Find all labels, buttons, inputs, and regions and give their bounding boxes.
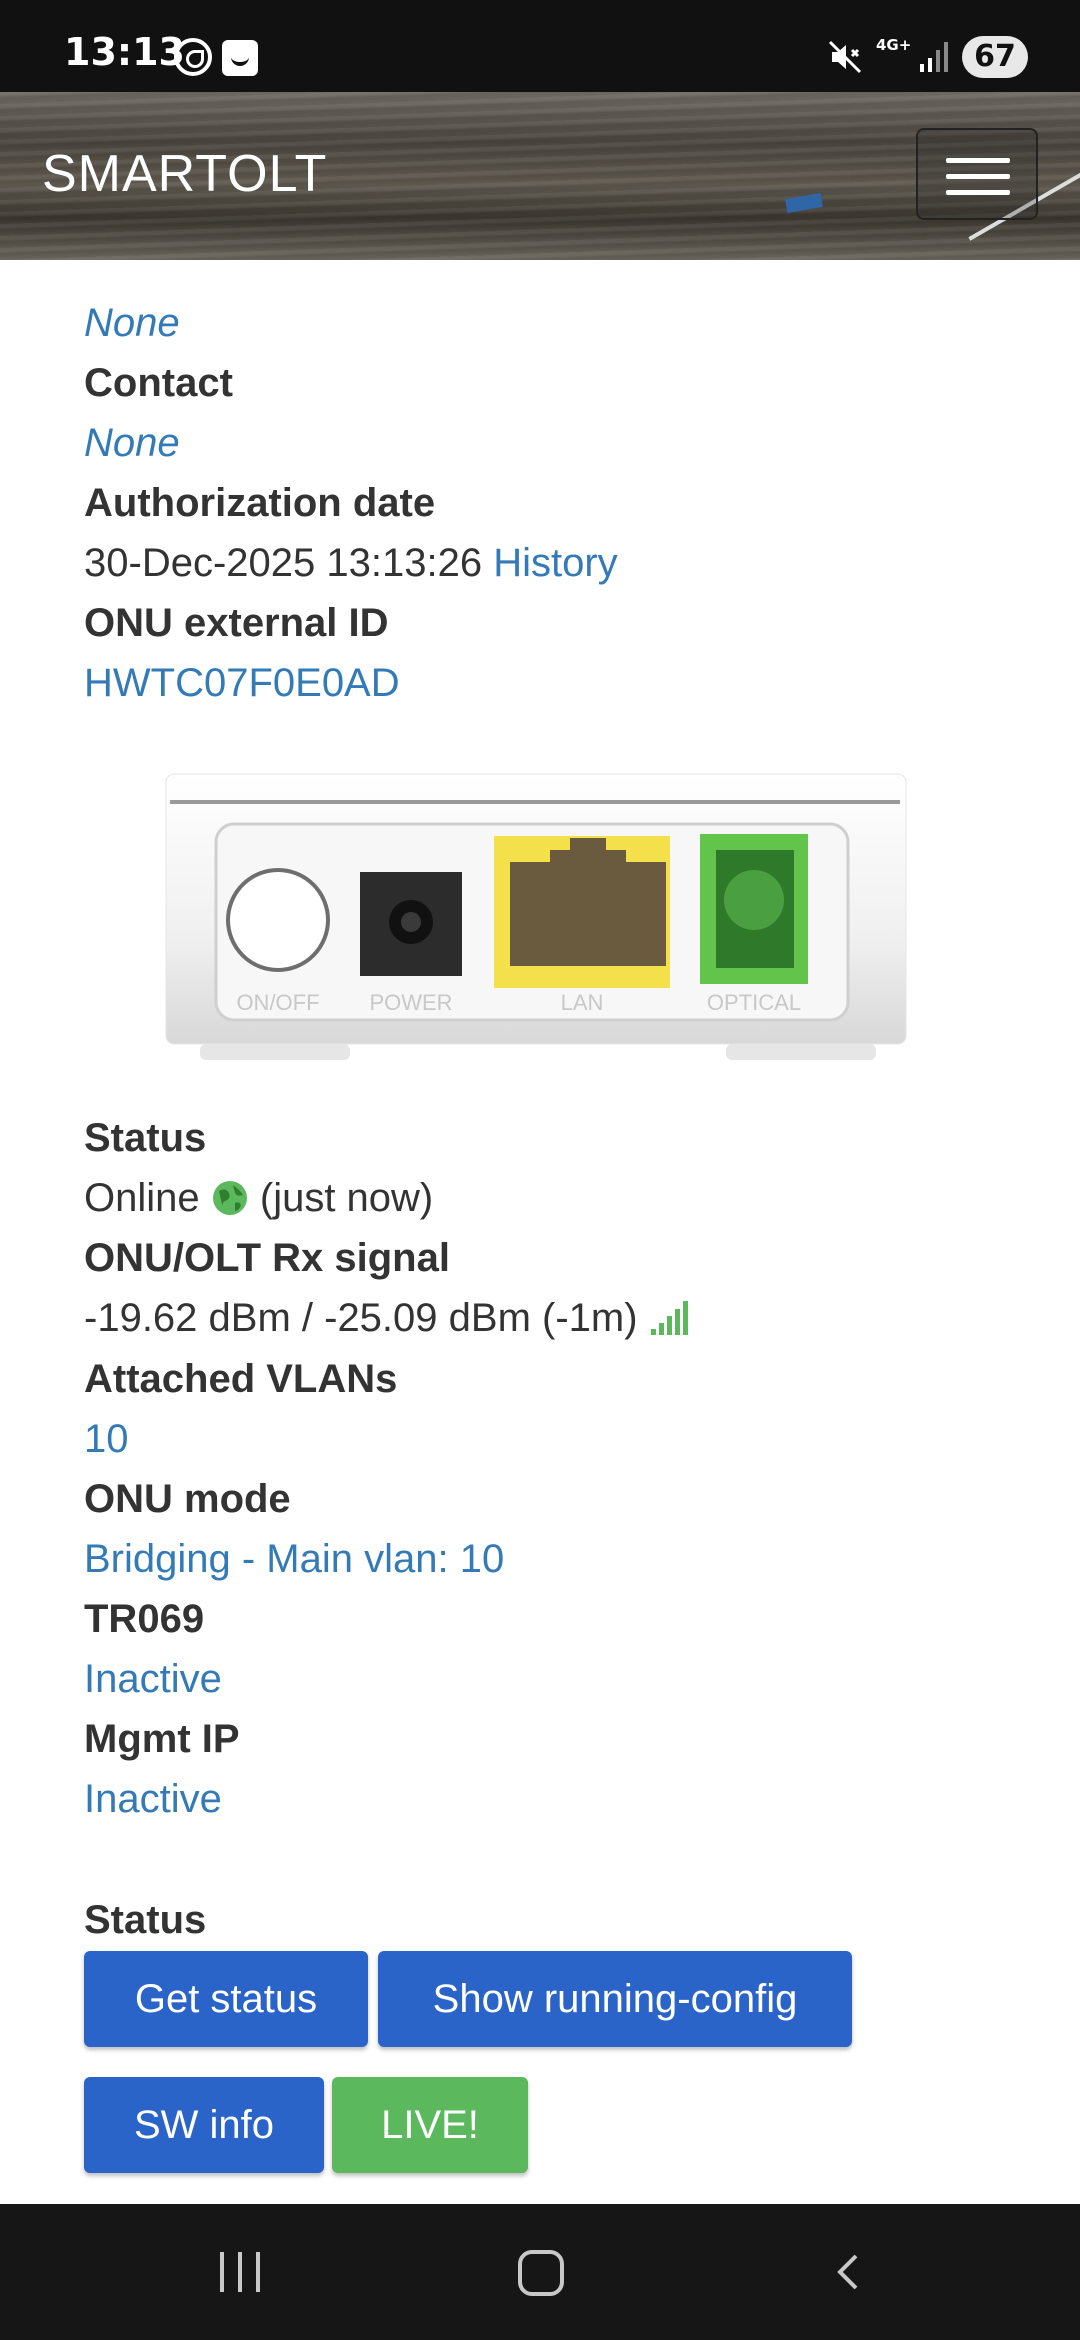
get-status-button[interactable]: Get status <box>84 1951 368 2047</box>
port-label-onoff: ON/OFF <box>236 990 319 1015</box>
external-id-value[interactable]: HWTC07F0E0AD <box>84 653 400 713</box>
vlans-value[interactable]: 10 <box>84 1409 129 1469</box>
viber-notification-icon <box>174 38 212 76</box>
clock: 13:13 <box>64 30 185 74</box>
port-label-power: POWER <box>369 990 452 1015</box>
port-label-lan: LAN <box>561 990 604 1015</box>
tr069-value[interactable]: Inactive <box>84 1649 222 1709</box>
navbar-background-detail <box>785 192 823 214</box>
contact-label: Contact <box>84 361 233 405</box>
mgmt-ip-label: Mgmt IP <box>84 1717 240 1761</box>
live-button[interactable]: LIVE! <box>332 2077 528 2173</box>
network-type-label: 4G+ <box>876 36 912 54</box>
top-navbar: SMARTOLT <box>0 92 1080 260</box>
status-label: Status <box>84 1116 207 1160</box>
mgmt-ip-value[interactable]: Inactive <box>84 1769 222 1829</box>
brand-logo[interactable]: SMARTOLT <box>42 144 327 204</box>
signal-label: ONU/OLT Rx signal <box>84 1236 450 1280</box>
system-navigation-bar <box>0 2204 1080 2340</box>
authorization-date-value: 30-Dec-2025 13:13:26 <box>84 541 483 585</box>
contact-value: None <box>84 421 180 465</box>
history-link[interactable]: History <box>493 541 617 585</box>
onu-mode-label: ONU mode <box>84 1477 291 1521</box>
back-icon[interactable] <box>828 2252 868 2292</box>
vlans-label: Attached VLANs <box>84 1357 398 1401</box>
recent-apps-icon[interactable] <box>220 2252 264 2292</box>
authorization-date-label: Authorization date <box>84 481 436 525</box>
external-id-label: ONU external ID <box>84 601 389 645</box>
battery-indicator: 67 <box>962 36 1028 78</box>
signal-value: -19.62 dBm / -25.09 dBm (-1m) <box>84 1296 638 1340</box>
address-value: None <box>84 301 180 345</box>
sw-info-button[interactable]: SW info <box>84 2077 324 2173</box>
status-value: Online <box>84 1176 200 1220</box>
tr069-label: TR069 <box>84 1597 205 1641</box>
status-time: (just now) <box>259 1176 434 1220</box>
show-running-config-button[interactable]: Show running-config <box>378 1951 852 2047</box>
onu-mode-value[interactable]: Bridging - Main vlan: 10 <box>84 1529 504 1589</box>
globe-icon <box>212 1181 247 1215</box>
signal-strength-icon <box>650 1301 688 1335</box>
hamburger-icon[interactable] <box>916 128 1038 220</box>
mute-icon <box>828 40 862 74</box>
message-notification-icon <box>222 40 258 76</box>
port-label-optical: OPTICAL <box>707 990 801 1015</box>
cell-signal-icon <box>920 42 948 72</box>
status-row: Online (just now) <box>84 1168 433 1228</box>
signal-row: -19.62 dBm / -25.09 dBm (-1m) <box>84 1288 693 1348</box>
authorization-date-row: 30-Dec-2025 13:13:26 History <box>84 533 618 593</box>
home-icon[interactable] <box>518 2250 564 2296</box>
actions-section-label: Status <box>84 1898 207 1942</box>
system-status-bar: 13:13 4G+ 67 <box>0 0 1080 92</box>
onu-device-image: ON/OFF POWER LAN OPTICAL <box>165 773 907 1060</box>
